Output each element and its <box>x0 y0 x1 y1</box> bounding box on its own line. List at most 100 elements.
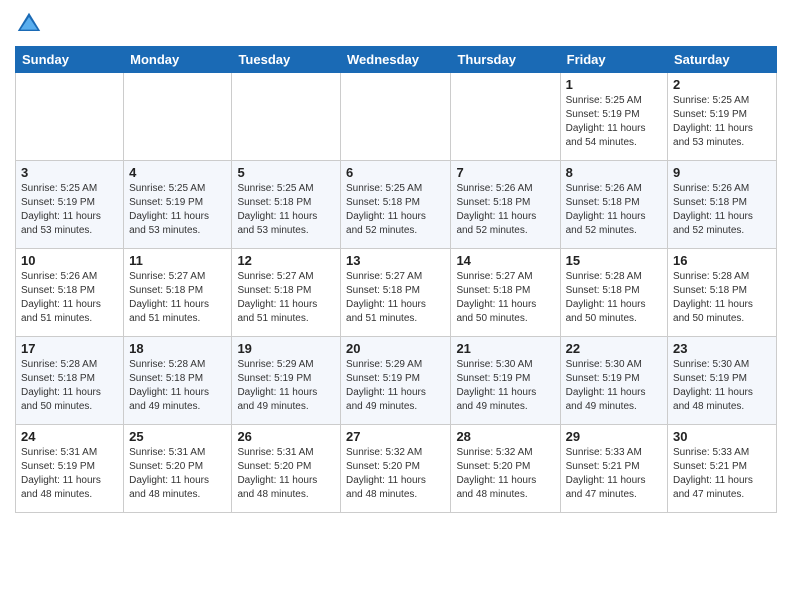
day-number: 14 <box>456 253 554 268</box>
day-number: 20 <box>346 341 445 356</box>
day-number: 27 <box>346 429 445 444</box>
day-number: 6 <box>346 165 445 180</box>
calendar-cell: 5Sunrise: 5:25 AM Sunset: 5:18 PM Daylig… <box>232 161 341 249</box>
day-info: Sunrise: 5:28 AM Sunset: 5:18 PM Dayligh… <box>673 270 771 326</box>
calendar-cell: 22 Sunrise: 5:30 AM Sunset: 5:19 PM Dayli… <box>560 337 667 425</box>
calendar-cell: 9Sunrise: 5:26 AM Sunset: 5:18 PM Daylig… <box>668 161 777 249</box>
day-info: Sunrise: 5:33 AM Sunset: 5:21 PM Dayligh… <box>566 446 662 502</box>
calendar-cell: 8Sunrise: 5:26 AM Sunset: 5:18 PM Daylig… <box>560 161 667 249</box>
calendar-cell: 16Sunrise: 5:28 AM Sunset: 5:18 PM Dayli… <box>668 249 777 337</box>
calendar-cell <box>451 73 560 161</box>
day-number: 15 <box>566 253 662 268</box>
day-number: 28 <box>456 429 554 444</box>
day-number: 22 <box>566 341 662 356</box>
calendar-cell: 29 Sunrise: 5:33 AM Sunset: 5:21 PM Dayli… <box>560 425 667 513</box>
day-number: 11 <box>129 253 226 268</box>
day-info: Sunrise: 5:31 AM Sunset: 5:20 PM Dayligh… <box>129 446 226 502</box>
day-number: 5 <box>237 165 335 180</box>
calendar-cell: 23 Sunrise: 5:30 AM Sunset: 5:19 PM Dayli… <box>668 337 777 425</box>
calendar-cell: 21 Sunrise: 5:30 AM Sunset: 5:19 PM Dayli… <box>451 337 560 425</box>
page: SundayMondayTuesdayWednesdayThursdayFrid… <box>0 0 792 528</box>
logo <box>15 10 47 38</box>
calendar-cell: 30 Sunrise: 5:33 AM Sunset: 5:21 PM Dayli… <box>668 425 777 513</box>
day-info: Sunrise: 5:30 AM Sunset: 5:19 PM Dayligh… <box>456 358 554 414</box>
day-info: Sunrise: 5:25 AM Sunset: 5:19 PM Dayligh… <box>566 94 662 150</box>
day-info: Sunrise: 5:30 AM Sunset: 5:19 PM Dayligh… <box>673 358 771 414</box>
calendar-cell: 25 Sunrise: 5:31 AM Sunset: 5:20 PM Dayli… <box>124 425 232 513</box>
day-number: 17 <box>21 341 118 356</box>
day-number: 2 <box>673 77 771 92</box>
calendar-cell: 27 Sunrise: 5:32 AM Sunset: 5:20 PM Dayli… <box>341 425 451 513</box>
calendar-cell <box>124 73 232 161</box>
calendar-cell: 19 Sunrise: 5:29 AM Sunset: 5:19 PM Dayli… <box>232 337 341 425</box>
day-info: Sunrise: 5:28 AM Sunset: 5:18 PM Dayligh… <box>566 270 662 326</box>
calendar-header-monday: Monday <box>124 47 232 73</box>
day-number: 12 <box>237 253 335 268</box>
calendar: SundayMondayTuesdayWednesdayThursdayFrid… <box>15 46 777 513</box>
day-number: 30 <box>673 429 771 444</box>
day-number: 9 <box>673 165 771 180</box>
calendar-cell: 26 Sunrise: 5:31 AM Sunset: 5:20 PM Dayli… <box>232 425 341 513</box>
day-info: Sunrise: 5:27 AM Sunset: 5:18 PM Dayligh… <box>346 270 445 326</box>
day-info: Sunrise: 5:28 AM Sunset: 5:18 PM Dayligh… <box>21 358 118 414</box>
day-number: 24 <box>21 429 118 444</box>
day-number: 29 <box>566 429 662 444</box>
calendar-week-3: 17 Sunrise: 5:28 AM Sunset: 5:18 PM Dayli… <box>16 337 777 425</box>
calendar-cell: 20 Sunrise: 5:29 AM Sunset: 5:19 PM Dayli… <box>341 337 451 425</box>
day-number: 25 <box>129 429 226 444</box>
day-number: 10 <box>21 253 118 268</box>
calendar-cell: 2 Sunrise: 5:25 AM Sunset: 5:19 PM Daylig… <box>668 73 777 161</box>
calendar-header-thursday: Thursday <box>451 47 560 73</box>
calendar-cell: 1 Sunrise: 5:25 AM Sunset: 5:19 PM Daylig… <box>560 73 667 161</box>
day-info: Sunrise: 5:27 AM Sunset: 5:18 PM Dayligh… <box>237 270 335 326</box>
header <box>15 10 777 38</box>
day-number: 19 <box>237 341 335 356</box>
calendar-cell <box>341 73 451 161</box>
day-number: 26 <box>237 429 335 444</box>
day-info: Sunrise: 5:28 AM Sunset: 5:18 PM Dayligh… <box>129 358 226 414</box>
calendar-week-0: 1 Sunrise: 5:25 AM Sunset: 5:19 PM Daylig… <box>16 73 777 161</box>
calendar-cell: 10 Sunrise: 5:26 AM Sunset: 5:18 PM Dayli… <box>16 249 124 337</box>
calendar-week-2: 10 Sunrise: 5:26 AM Sunset: 5:18 PM Dayli… <box>16 249 777 337</box>
day-info: Sunrise: 5:25 AM Sunset: 5:19 PM Dayligh… <box>129 182 226 238</box>
calendar-cell: 24Sunrise: 5:31 AM Sunset: 5:19 PM Dayli… <box>16 425 124 513</box>
day-info: Sunrise: 5:27 AM Sunset: 5:18 PM Dayligh… <box>456 270 554 326</box>
day-info: Sunrise: 5:26 AM Sunset: 5:18 PM Dayligh… <box>21 270 118 326</box>
day-info: Sunrise: 5:33 AM Sunset: 5:21 PM Dayligh… <box>673 446 771 502</box>
calendar-cell: 3 Sunrise: 5:25 AM Sunset: 5:19 PM Daylig… <box>16 161 124 249</box>
day-info: Sunrise: 5:30 AM Sunset: 5:19 PM Dayligh… <box>566 358 662 414</box>
calendar-cell: 11Sunrise: 5:27 AM Sunset: 5:18 PM Dayli… <box>124 249 232 337</box>
calendar-cell: 14 Sunrise: 5:27 AM Sunset: 5:18 PM Dayli… <box>451 249 560 337</box>
day-info: Sunrise: 5:25 AM Sunset: 5:19 PM Dayligh… <box>673 94 771 150</box>
calendar-header-tuesday: Tuesday <box>232 47 341 73</box>
day-number: 13 <box>346 253 445 268</box>
day-number: 1 <box>566 77 662 92</box>
day-info: Sunrise: 5:26 AM Sunset: 5:18 PM Dayligh… <box>456 182 554 238</box>
day-info: Sunrise: 5:32 AM Sunset: 5:20 PM Dayligh… <box>346 446 445 502</box>
day-number: 4 <box>129 165 226 180</box>
calendar-cell: 12 Sunrise: 5:27 AM Sunset: 5:18 PM Dayli… <box>232 249 341 337</box>
calendar-cell: 6 Sunrise: 5:25 AM Sunset: 5:18 PM Daylig… <box>341 161 451 249</box>
day-number: 7 <box>456 165 554 180</box>
day-info: Sunrise: 5:31 AM Sunset: 5:20 PM Dayligh… <box>237 446 335 502</box>
calendar-cell: 28 Sunrise: 5:32 AM Sunset: 5:20 PM Dayli… <box>451 425 560 513</box>
calendar-header-saturday: Saturday <box>668 47 777 73</box>
day-info: Sunrise: 5:25 AM Sunset: 5:18 PM Dayligh… <box>346 182 445 238</box>
calendar-week-1: 3 Sunrise: 5:25 AM Sunset: 5:19 PM Daylig… <box>16 161 777 249</box>
calendar-cell: 13 Sunrise: 5:27 AM Sunset: 5:18 PM Dayli… <box>341 249 451 337</box>
day-number: 8 <box>566 165 662 180</box>
calendar-cell: 7 Sunrise: 5:26 AM Sunset: 5:18 PM Daylig… <box>451 161 560 249</box>
day-info: Sunrise: 5:29 AM Sunset: 5:19 PM Dayligh… <box>237 358 335 414</box>
day-info: Sunrise: 5:25 AM Sunset: 5:19 PM Dayligh… <box>21 182 118 238</box>
calendar-week-4: 24Sunrise: 5:31 AM Sunset: 5:19 PM Dayli… <box>16 425 777 513</box>
day-info: Sunrise: 5:32 AM Sunset: 5:20 PM Dayligh… <box>456 446 554 502</box>
day-info: Sunrise: 5:29 AM Sunset: 5:19 PM Dayligh… <box>346 358 445 414</box>
day-number: 18 <box>129 341 226 356</box>
day-number: 23 <box>673 341 771 356</box>
day-number: 3 <box>21 165 118 180</box>
logo-icon <box>15 10 43 38</box>
calendar-header-wednesday: Wednesday <box>341 47 451 73</box>
day-number: 21 <box>456 341 554 356</box>
calendar-header-friday: Friday <box>560 47 667 73</box>
calendar-cell: 17 Sunrise: 5:28 AM Sunset: 5:18 PM Dayli… <box>16 337 124 425</box>
